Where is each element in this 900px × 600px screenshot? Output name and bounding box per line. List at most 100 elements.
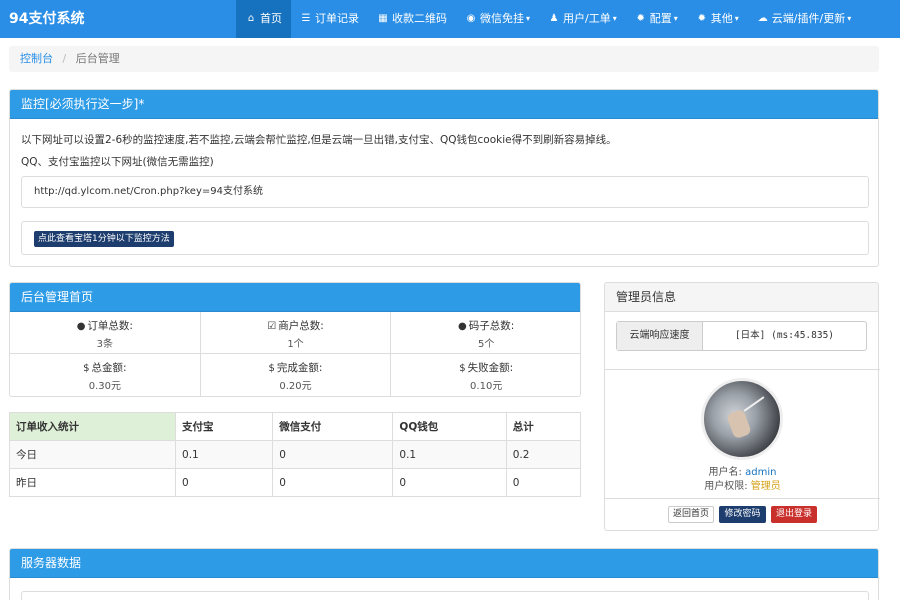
stat-failed-amount: $ 失败金额: 0.10元 <box>391 354 581 396</box>
stat-completed-amount: $ 完成金额: 0.20元 <box>201 354 392 396</box>
role-value: 管理员 <box>750 481 781 492</box>
nav-item-label: 收款二维码 <box>392 12 447 25</box>
nav-item-orders[interactable]: ☰ 订单记录 <box>291 0 368 38</box>
back-home-button[interactable]: 返回首页 <box>667 506 714 523</box>
chevron-down-icon: ▾ <box>526 14 531 23</box>
stat-total-amount: $ 总金额: 0.30元 <box>10 354 201 396</box>
nav-item-label: 云端/插件/更新 <box>771 12 846 25</box>
monitor-panel: 监控[必须执行这一步]* 以下网址可以设置2-6秒的监控速度,若不监控,云端会帮… <box>9 89 879 267</box>
brand-logo[interactable]: 94支付系统 <box>9 0 84 38</box>
nav-item-config[interactable]: ✹ 配置 ▾ <box>626 0 687 38</box>
username-line: 用户名: admin <box>605 463 880 478</box>
table-cell: 昨日 <box>8 468 177 497</box>
breadcrumb-home-link[interactable]: 控制台 <box>20 52 53 65</box>
logout-button[interactable]: 退出登录 <box>771 506 818 523</box>
table-cell: 0.2 <box>505 440 582 469</box>
table-cell: 0 <box>272 468 394 497</box>
table-header-row: 订单收入统计 支付宝 微信支付 QQ钱包 总计 <box>8 412 582 441</box>
monitor-button-wrapper: 点此查看宝塔1分钟以下监控方法 <box>21 221 869 255</box>
nav-item-label: 微信免挂 <box>480 12 524 25</box>
chevron-down-icon: ▾ <box>847 14 852 23</box>
stat-value: 0.30元 <box>88 381 121 392</box>
cogs-icon: ✹ <box>697 13 706 24</box>
nav-item-users[interactable]: ♟ 用户/工单 ▾ <box>539 0 626 38</box>
stat-order-count: ● 订单总数: 3条 <box>10 312 201 353</box>
dollar-icon: $ <box>83 363 90 374</box>
stat-value: 0.10元 <box>470 381 503 392</box>
cloud-speed-label: 云端响应速度 <box>617 322 703 350</box>
divider <box>605 369 880 370</box>
avatar <box>701 378 783 460</box>
avatar-hand-shape <box>726 408 752 440</box>
breadcrumb: 控制台 / 后台管理 <box>9 46 879 72</box>
stat-label: 总金额: <box>91 362 127 374</box>
monitor-description: 以下网址可以设置2-6秒的监控速度,若不监控,云端会帮忙监控,但是云端一旦出错,… <box>21 134 617 146</box>
dollar-icon: $ <box>459 363 466 374</box>
tint-icon: ● <box>76 321 86 332</box>
server-panel-title: 服务器数据 <box>10 549 878 578</box>
table-cell: 0.1 <box>392 440 507 469</box>
chevron-down-icon: ▾ <box>734 14 739 23</box>
top-navbar: 94支付系统 ⌂ 首页 ☰ 订单记录 ▦ 收款二维码 ◉ 微信免挂 ▾ ♟ 用户… <box>0 0 900 38</box>
qrcode-icon: ▦ <box>378 13 388 24</box>
gear-icon: ✹ <box>636 13 645 24</box>
table-cell: 0 <box>272 440 394 469</box>
breadcrumb-separator: / <box>62 52 67 65</box>
stat-value: 3条 <box>96 339 114 350</box>
monitor-method-button[interactable]: 点此查看宝塔1分钟以下监控方法 <box>34 231 174 247</box>
table-cell: 0 <box>392 468 507 497</box>
chevron-down-icon: ▾ <box>673 14 678 23</box>
nav-item-cloud[interactable]: ☁ 云端/插件/更新 ▾ <box>748 0 860 38</box>
check-square-icon: ☑ <box>267 321 277 332</box>
stat-label: 订单总数: <box>87 320 133 332</box>
stat-value: 1个 <box>287 339 304 350</box>
cloud-speed-group: 云端响应速度 [日本] (ms:45.835) <box>616 321 867 351</box>
table-header: 支付宝 <box>175 412 274 441</box>
nav-item-label: 配置 <box>649 12 672 25</box>
list-icon: ☰ <box>301 13 311 24</box>
user-icon: ♟ <box>549 13 559 24</box>
table-cell: 0 <box>505 468 582 497</box>
table-header: 总计 <box>505 412 582 441</box>
wechat-icon: ◉ <box>466 13 476 24</box>
main-nav: ⌂ 首页 ☰ 订单记录 ▦ 收款二维码 ◉ 微信免挂 ▾ ♟ 用户/工单 ▾ ✹… <box>236 0 860 38</box>
change-password-button[interactable]: 修改密码 <box>719 506 766 523</box>
role-label: 用户权限: <box>704 481 748 492</box>
nav-item-wechat[interactable]: ◉ 微信免挂 ▾ <box>456 0 539 38</box>
nav-item-other[interactable]: ✹ 其他 ▾ <box>687 0 748 38</box>
stat-code-count: ● 码子总数: 5个 <box>391 312 581 353</box>
dashboard-panel-title: 后台管理首页 <box>10 283 580 312</box>
table-cell: 0.1 <box>175 440 274 469</box>
table-header: 订单收入统计 <box>8 412 177 441</box>
chevron-down-icon: ▾ <box>612 14 617 23</box>
stat-label: 失败金额: <box>467 362 514 374</box>
nav-item-label: 用户/工单 <box>563 12 611 25</box>
dashboard-panel: 后台管理首页 ● 订单总数: 3条 ☑ 商户总数: 1个 ● 码子总数: 5个 $ 总金… <box>9 282 581 397</box>
table-cell: 今日 <box>8 440 177 469</box>
monitor-panel-title: 监控[必须执行这一步]* <box>10 90 878 119</box>
admin-panel-title: 管理员信息 <box>605 283 878 312</box>
admin-actions: 返回首页 修改密码 退出登录 <box>605 506 880 523</box>
monitor-url-field[interactable]: http://qd.ylcom.net/Cron.php?key=94支付系统 <box>21 176 869 208</box>
nav-item-qrcode[interactable]: ▦ 收款二维码 <box>368 0 456 38</box>
admin-info-panel: 管理员信息 云端响应速度 [日本] (ms:45.835) 用户名: admin… <box>604 282 880 531</box>
server-data-content <box>21 591 869 600</box>
stats-grid: ● 订单总数: 3条 ☑ 商户总数: 1个 ● 码子总数: 5个 $ 总金额: 0.30… <box>10 312 581 396</box>
role-line: 用户权限: 管理员 <box>605 477 880 492</box>
dollar-icon: $ <box>268 363 275 374</box>
table-row: 昨日 0 0 0 0 <box>8 468 582 497</box>
cloud-icon: ☁ <box>757 13 768 24</box>
nav-item-home[interactable]: ⌂ 首页 <box>236 0 291 38</box>
table-row: 今日 0.1 0 0.1 0.2 <box>8 440 582 469</box>
stat-value: 5个 <box>477 339 495 350</box>
stat-label: 码子总数: <box>468 320 515 332</box>
table-header: 微信支付 <box>272 412 394 441</box>
info-circle-icon: ● <box>458 321 467 332</box>
income-stats-table: 订单收入统计 支付宝 微信支付 QQ钱包 总计 今日 0.1 0 0.1 0.2… <box>8 412 582 497</box>
stats-row: ● 订单总数: 3条 ☑ 商户总数: 1个 ● 码子总数: 5个 <box>10 312 581 354</box>
monitor-note: QQ、支付宝监控以下网址(微信无需监控) <box>21 156 214 168</box>
table-cell: 0 <box>175 468 274 497</box>
stat-merchant-count: ☑ 商户总数: 1个 <box>201 312 392 353</box>
stat-label: 完成金额: <box>276 362 323 374</box>
home-icon: ⌂ <box>247 13 255 24</box>
